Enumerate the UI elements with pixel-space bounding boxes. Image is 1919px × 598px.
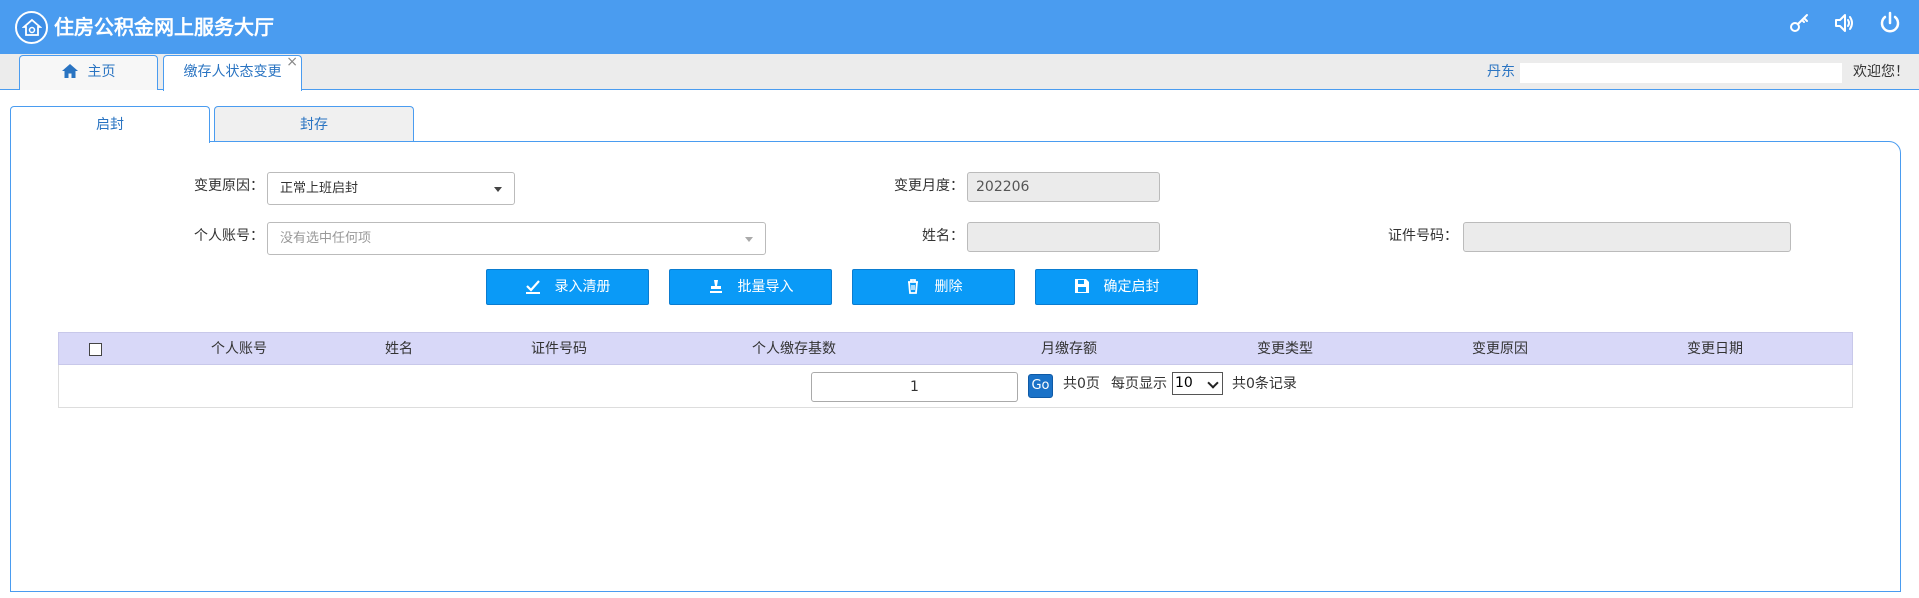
go-button[interactable]: Go	[1028, 374, 1053, 398]
delete-label: 删除	[934, 279, 963, 295]
key-icon[interactable]	[1788, 11, 1812, 35]
page-number-input[interactable]: 1	[811, 372, 1018, 402]
column-header: 变更类型	[1257, 341, 1313, 357]
subtab-unseal[interactable]: 启封	[10, 106, 210, 143]
month-label: 变更月度：	[894, 178, 964, 194]
power-icon[interactable]	[1878, 11, 1902, 35]
close-icon[interactable]: ×	[286, 46, 298, 79]
account-label: 个人账号：	[194, 228, 264, 244]
total-pages: 共0页	[1063, 376, 1100, 392]
house-logo-icon	[15, 11, 48, 44]
enter-list-label: 录入清册	[554, 279, 611, 295]
column-header: 个人缴存基数	[752, 341, 836, 357]
name-field	[967, 222, 1160, 252]
user-info-field	[1520, 63, 1842, 83]
chevron-down-icon	[1207, 377, 1219, 389]
column-header: 变更日期	[1687, 341, 1743, 357]
table-header: 个人账号 姓名 证件号码 个人缴存基数 月缴存额 变更类型 变更原因 变更日期	[58, 332, 1853, 365]
subtab-seal[interactable]: 封存	[214, 106, 414, 142]
chevron-down-icon	[494, 187, 502, 192]
app-title: 住房公积金网上服务大厅	[54, 15, 274, 39]
column-header: 证件号码	[531, 341, 587, 357]
speaker-icon[interactable]	[1833, 11, 1857, 35]
id-field	[1463, 222, 1791, 252]
tab-status-change-label: 缴存人状态变更	[183, 64, 282, 80]
id-label: 证件号码：	[1388, 228, 1458, 244]
stamp-icon	[709, 280, 722, 293]
total-records: 共0条记录	[1232, 376, 1297, 392]
month-field: 202206	[967, 172, 1160, 202]
name-label: 姓名：	[922, 228, 964, 244]
column-header: 姓名	[385, 341, 413, 357]
save-icon	[1074, 279, 1089, 293]
welcome-text: 欢迎您！	[1853, 64, 1909, 80]
reason-select-value: 正常上班启封	[280, 181, 359, 196]
batch-import-label: 批量导入	[737, 279, 794, 295]
column-header: 个人账号	[211, 341, 267, 357]
column-header: 变更原因	[1472, 341, 1528, 357]
reason-label: 变更原因：	[194, 178, 264, 194]
batch-import-button[interactable]: 批量导入	[669, 269, 832, 305]
reason-select[interactable]: 正常上班启封	[267, 172, 515, 205]
user-name: 丹东	[1487, 64, 1515, 80]
per-page-label: 每页显示	[1111, 376, 1167, 392]
trash-icon	[907, 279, 918, 294]
account-select[interactable]: 没有选中任何项	[267, 222, 766, 255]
delete-button[interactable]: 删除	[852, 269, 1015, 305]
confirm-label: 确定启封	[1103, 279, 1160, 295]
enter-list-button[interactable]: 录入清册	[486, 269, 649, 305]
select-all-checkbox[interactable]	[89, 343, 102, 356]
chevron-down-icon	[745, 237, 753, 242]
home-icon	[61, 58, 78, 91]
tab-home-label: 主页	[87, 64, 116, 80]
tab-home[interactable]: 主页	[19, 55, 158, 90]
account-select-placeholder: 没有选中任何项	[280, 231, 372, 246]
per-page-value: 10	[1175, 375, 1193, 391]
check-edit-icon	[525, 280, 540, 294]
column-header: 月缴存额	[1041, 341, 1097, 357]
confirm-unseal-button[interactable]: 确定启封	[1035, 269, 1198, 305]
per-page-select[interactable]: 10	[1172, 372, 1223, 395]
tab-status-change[interactable]: 缴存人状态变更 ×	[163, 54, 302, 91]
